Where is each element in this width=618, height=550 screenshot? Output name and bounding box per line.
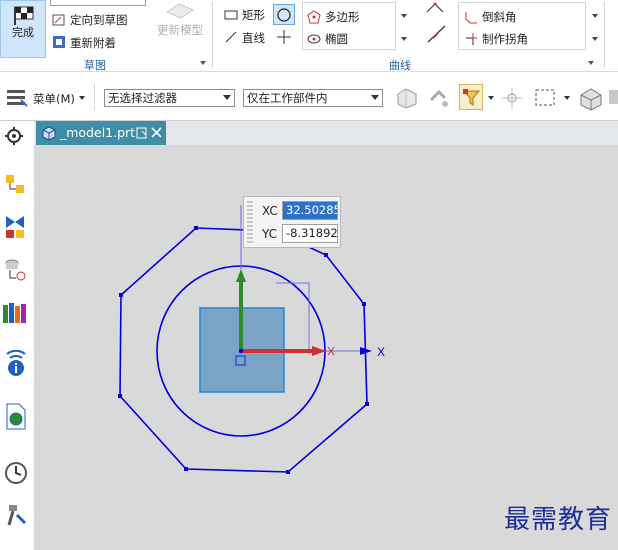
- selection-toolbar: 菜单(M) 无选择过滤器 仅在工作部件内: [0, 72, 618, 121]
- sketch-group-expand-icon[interactable]: [200, 61, 206, 65]
- yc-label: YC: [262, 227, 278, 241]
- edit-more-dropdown-icon[interactable]: [592, 14, 598, 18]
- xc-input[interactable]: 32.50285: [282, 201, 338, 220]
- reattach-icon: [53, 36, 65, 48]
- select-body-icon[interactable]: [578, 85, 604, 111]
- part-file-icon: [42, 126, 56, 141]
- filter-dropdown-icon[interactable]: [488, 96, 494, 100]
- menu-icon: [7, 90, 28, 107]
- process-studio-icon[interactable]: [3, 501, 29, 529]
- web-browser-icon[interactable]: [4, 403, 28, 431]
- make-corner-tool[interactable]: 制作拐角: [482, 31, 528, 47]
- snap-point-icon[interactable]: [500, 86, 524, 110]
- point-cross-icon[interactable]: [277, 30, 291, 44]
- origin-point: [238, 348, 244, 354]
- info-feed-icon[interactable]: [3, 350, 29, 378]
- circle-icon: [277, 8, 291, 22]
- watermark: 最需教育: [503, 505, 612, 535]
- history-clock-icon[interactable]: [4, 461, 28, 485]
- gear-icon[interactable]: [4, 126, 24, 146]
- finish-sketch-button[interactable]: 完成: [0, 0, 46, 58]
- document-tab-title: _model1.prt: [60, 125, 136, 140]
- close-icon[interactable]: [151, 127, 162, 138]
- xc-label: XC: [262, 204, 278, 218]
- assembly-navigator-icon[interactable]: [4, 214, 28, 240]
- line-icon: [225, 31, 237, 43]
- checkered-flag-icon: [14, 6, 34, 25]
- line-tool[interactable]: 直线: [242, 30, 265, 46]
- x-axis-label: X: [377, 345, 385, 359]
- scope-filter-value: 仅在工作部件内: [247, 91, 328, 105]
- circle-tool[interactable]: [273, 4, 295, 25]
- curve-more-dropdown-icon-2[interactable]: [401, 37, 407, 41]
- type-filter-select[interactable]: 无选择过滤器: [104, 89, 235, 107]
- rectangle-icon: [224, 10, 238, 20]
- chamfer-tool[interactable]: 倒斜角: [482, 9, 517, 25]
- ellipse-icon: [307, 34, 321, 44]
- modified-page-icon: [136, 127, 147, 139]
- rectangle-select-icon[interactable]: [534, 87, 558, 109]
- toolbar-separator: [94, 84, 95, 110]
- filter-toggle-button[interactable]: [459, 84, 483, 110]
- finish-label: 完成: [12, 26, 34, 39]
- x-axis-arrow: [312, 346, 326, 356]
- ellipse-tool[interactable]: 椭圆: [325, 31, 348, 47]
- rectangle-tool[interactable]: 矩形: [242, 7, 265, 23]
- derived-line-icon[interactable]: [425, 24, 449, 46]
- part-navigator-icon[interactable]: [4, 173, 28, 197]
- polygon-icon: [307, 10, 321, 24]
- menu-button[interactable]: 菜单(M): [33, 91, 75, 107]
- update-model-button[interactable]: 更新模型: [157, 22, 203, 38]
- scope-filter-select[interactable]: 仅在工作部件内: [243, 89, 383, 107]
- chamfer-icon: [465, 12, 477, 24]
- select-mode-dropdown-icon[interactable]: [564, 96, 570, 100]
- yc-input[interactable]: -8.31892: [282, 224, 338, 243]
- edit-more-dropdown-icon-2[interactable]: [592, 37, 598, 41]
- ribbon-dropdown-edge[interactable]: [50, 0, 146, 6]
- drag-handle[interactable]: [247, 201, 253, 243]
- make-corner-icon: [466, 33, 477, 45]
- toolbar-overflow[interactable]: [609, 90, 618, 104]
- sketch-group-label: 草图: [84, 59, 106, 72]
- ribbon-separator: [212, 2, 213, 68]
- type-filter-value: 无选择过滤器: [108, 91, 177, 105]
- curve-group-label: 曲线: [389, 59, 411, 72]
- funnel-icon: [463, 89, 481, 106]
- chevron-down-icon: [371, 95, 379, 100]
- select-features-icon[interactable]: [394, 86, 420, 110]
- reuse-library-icon[interactable]: [2, 301, 30, 325]
- orient-to-sketch-icon: [52, 14, 65, 26]
- coordinate-input-box: XC 32.50285 YC -8.31892: [243, 196, 341, 248]
- document-tab[interactable]: _model1.prt: [36, 121, 166, 145]
- chevron-down-icon: [223, 95, 231, 100]
- ribbon-separator-2: [604, 2, 605, 68]
- polygon-tool[interactable]: 多边形: [325, 9, 360, 25]
- trim-icon[interactable]: [423, 0, 447, 14]
- menu-dropdown-icon[interactable]: [79, 96, 85, 100]
- curve-more-dropdown-icon[interactable]: [401, 14, 407, 18]
- orient-to-sketch-button[interactable]: 定向到草图: [70, 12, 128, 28]
- resource-bar: [0, 121, 35, 550]
- y-axis-arrow: [236, 269, 246, 282]
- snap-settings-icon[interactable]: [427, 86, 453, 110]
- update-model-icon: [165, 3, 195, 19]
- curve-group-expand-icon[interactable]: [588, 61, 594, 65]
- ribbon: 完成 定向到草图 重新附着 更新模型 草图 矩形 直线 多边形 椭圆 倒斜角 制…: [0, 0, 618, 72]
- constraint-navigator-icon[interactable]: [4, 258, 28, 284]
- reattach-button[interactable]: 重新附着: [70, 35, 116, 51]
